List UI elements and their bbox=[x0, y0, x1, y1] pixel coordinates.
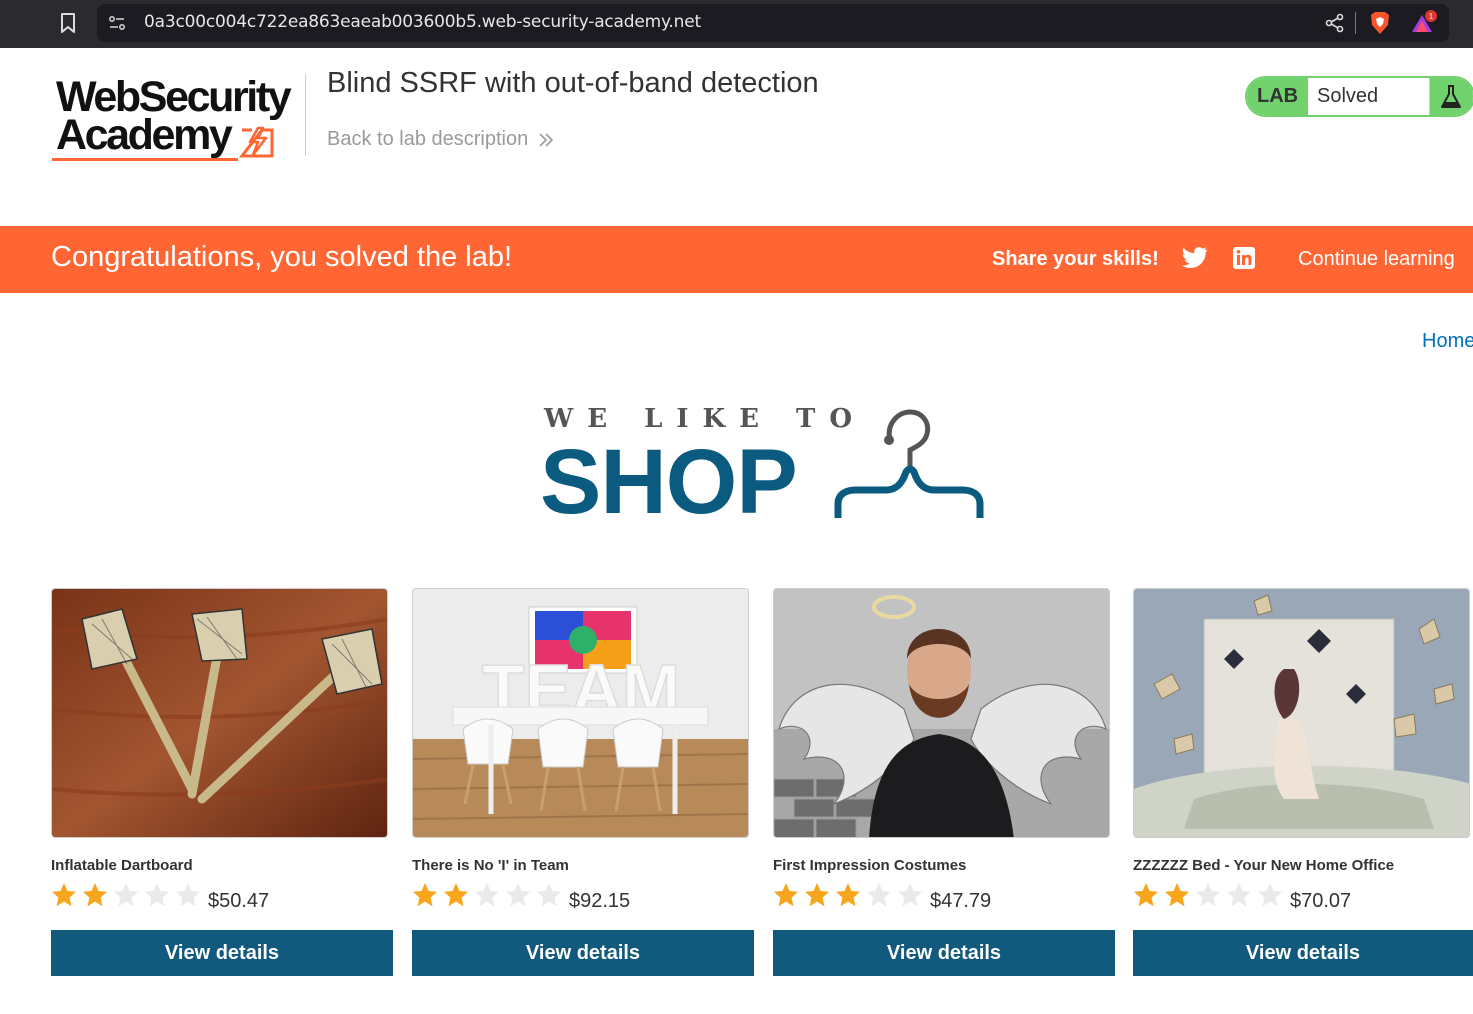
brave-rewards-icon[interactable]: 1 bbox=[1410, 10, 1438, 36]
congratulations-banner: Congratulations, you solved the lab! Sha… bbox=[0, 226, 1473, 293]
linkedin-icon[interactable] bbox=[1232, 246, 1256, 270]
darts-photo bbox=[52, 589, 387, 837]
product-card: Inflatable Dartboard $50.47 View details bbox=[51, 588, 393, 978]
double-chevron-right-icon bbox=[539, 132, 554, 147]
rating-stars bbox=[412, 882, 562, 908]
lightning-icon bbox=[238, 126, 274, 158]
product-image-darts[interactable] bbox=[51, 588, 388, 838]
product-card: ZZZZZZ Bed - Your New Home Office $70.07… bbox=[1133, 588, 1473, 978]
product-card: TEAM There is No 'I' in Team $92.15 View… bbox=[412, 588, 754, 978]
view-details-button[interactable]: View details bbox=[773, 930, 1115, 976]
web-security-academy-logo[interactable]: WebSecurity Academy bbox=[52, 72, 304, 164]
product-name: Inflatable Dartboard bbox=[51, 857, 193, 874]
view-details-button[interactable]: View details bbox=[412, 930, 754, 976]
lab-title: Blind SSRF with out-of-band detection bbox=[327, 67, 819, 99]
view-details-button[interactable]: View details bbox=[51, 930, 393, 976]
logo-underline bbox=[52, 158, 238, 161]
site-info-icon[interactable] bbox=[108, 14, 126, 32]
star-empty-icon bbox=[898, 883, 922, 907]
star-empty-icon bbox=[145, 883, 169, 907]
team-table-photo: TEAM bbox=[413, 589, 748, 837]
rating-stars bbox=[1133, 882, 1283, 908]
product-price: $92.15 bbox=[569, 890, 631, 912]
star-filled-icon bbox=[1165, 883, 1189, 907]
twitter-icon[interactable] bbox=[1182, 246, 1208, 270]
star-empty-icon bbox=[1258, 883, 1282, 907]
bed-books-photo bbox=[1134, 589, 1469, 837]
continue-learning-link[interactable]: Continue learning bbox=[1298, 248, 1455, 271]
star-filled-icon bbox=[83, 883, 107, 907]
star-filled-icon bbox=[774, 883, 798, 907]
flask-box bbox=[1429, 78, 1473, 115]
lab-badge-label: LAB bbox=[1247, 78, 1308, 115]
browser-toolbar: 0a3c00c004c722ea863eaeab003600b5.web-sec… bbox=[0, 0, 1473, 48]
star-empty-icon bbox=[475, 883, 499, 907]
back-to-lab-description-link[interactable]: Back to lab description bbox=[327, 128, 554, 151]
star-filled-icon bbox=[805, 883, 829, 907]
home-link[interactable]: Home bbox=[1422, 330, 1473, 353]
product-name: There is No 'I' in Team bbox=[412, 857, 569, 874]
angel-man-photo bbox=[774, 589, 1109, 837]
rating-stars bbox=[773, 882, 923, 908]
star-filled-icon bbox=[413, 883, 437, 907]
toolbar-separator bbox=[1355, 12, 1356, 34]
product-image-costume[interactable] bbox=[773, 588, 1110, 838]
view-details-button[interactable]: View details bbox=[1133, 930, 1473, 976]
back-link-label: Back to lab description bbox=[327, 128, 529, 150]
flask-icon bbox=[1441, 85, 1461, 108]
url-text[interactable]: 0a3c00c004c722ea863eaeab003600b5.web-sec… bbox=[144, 12, 701, 32]
product-image-team[interactable]: TEAM bbox=[412, 588, 749, 838]
rewards-badge-count: 1 bbox=[1429, 12, 1434, 21]
star-empty-icon bbox=[506, 883, 530, 907]
brave-shield-icon[interactable] bbox=[1368, 10, 1392, 36]
share-skills-label: Share your skills! bbox=[992, 248, 1159, 270]
star-empty-icon bbox=[1196, 883, 1220, 907]
star-empty-icon bbox=[114, 883, 138, 907]
star-filled-icon bbox=[836, 883, 860, 907]
star-empty-icon bbox=[176, 883, 200, 907]
product-price: $50.47 bbox=[208, 890, 270, 912]
header-divider bbox=[305, 74, 306, 156]
share-icon[interactable] bbox=[1325, 13, 1345, 33]
product-card: First Impression Costumes $47.79 View de… bbox=[773, 588, 1115, 978]
congratulations-message: Congratulations, you solved the lab! bbox=[51, 241, 513, 273]
product-price: $47.79 bbox=[930, 890, 992, 912]
star-filled-icon bbox=[1134, 883, 1158, 907]
star-filled-icon bbox=[52, 883, 76, 907]
product-name: ZZZZZZ Bed - Your New Home Office bbox=[1133, 857, 1395, 874]
lab-status-text: Solved bbox=[1317, 85, 1379, 107]
product-name: First Impression Costumes bbox=[773, 857, 967, 874]
hero-tagline: WE LIKE TO bbox=[544, 404, 866, 434]
star-empty-icon bbox=[867, 883, 891, 907]
star-filled-icon bbox=[444, 883, 468, 907]
clothes-hanger-icon bbox=[834, 409, 984, 518]
product-image-bed[interactable] bbox=[1133, 588, 1470, 838]
continue-learning-label: Continue learning bbox=[1298, 248, 1455, 270]
logo-line2: Academy bbox=[56, 111, 233, 159]
lab-status-badge: LAB Solved bbox=[1245, 76, 1473, 117]
rating-stars bbox=[51, 882, 201, 908]
bookmark-icon[interactable] bbox=[58, 12, 78, 34]
product-price: $70.07 bbox=[1290, 890, 1352, 912]
star-empty-icon bbox=[537, 883, 561, 907]
star-empty-icon bbox=[1227, 883, 1251, 907]
hero-shop-title: SHOP bbox=[540, 431, 798, 533]
